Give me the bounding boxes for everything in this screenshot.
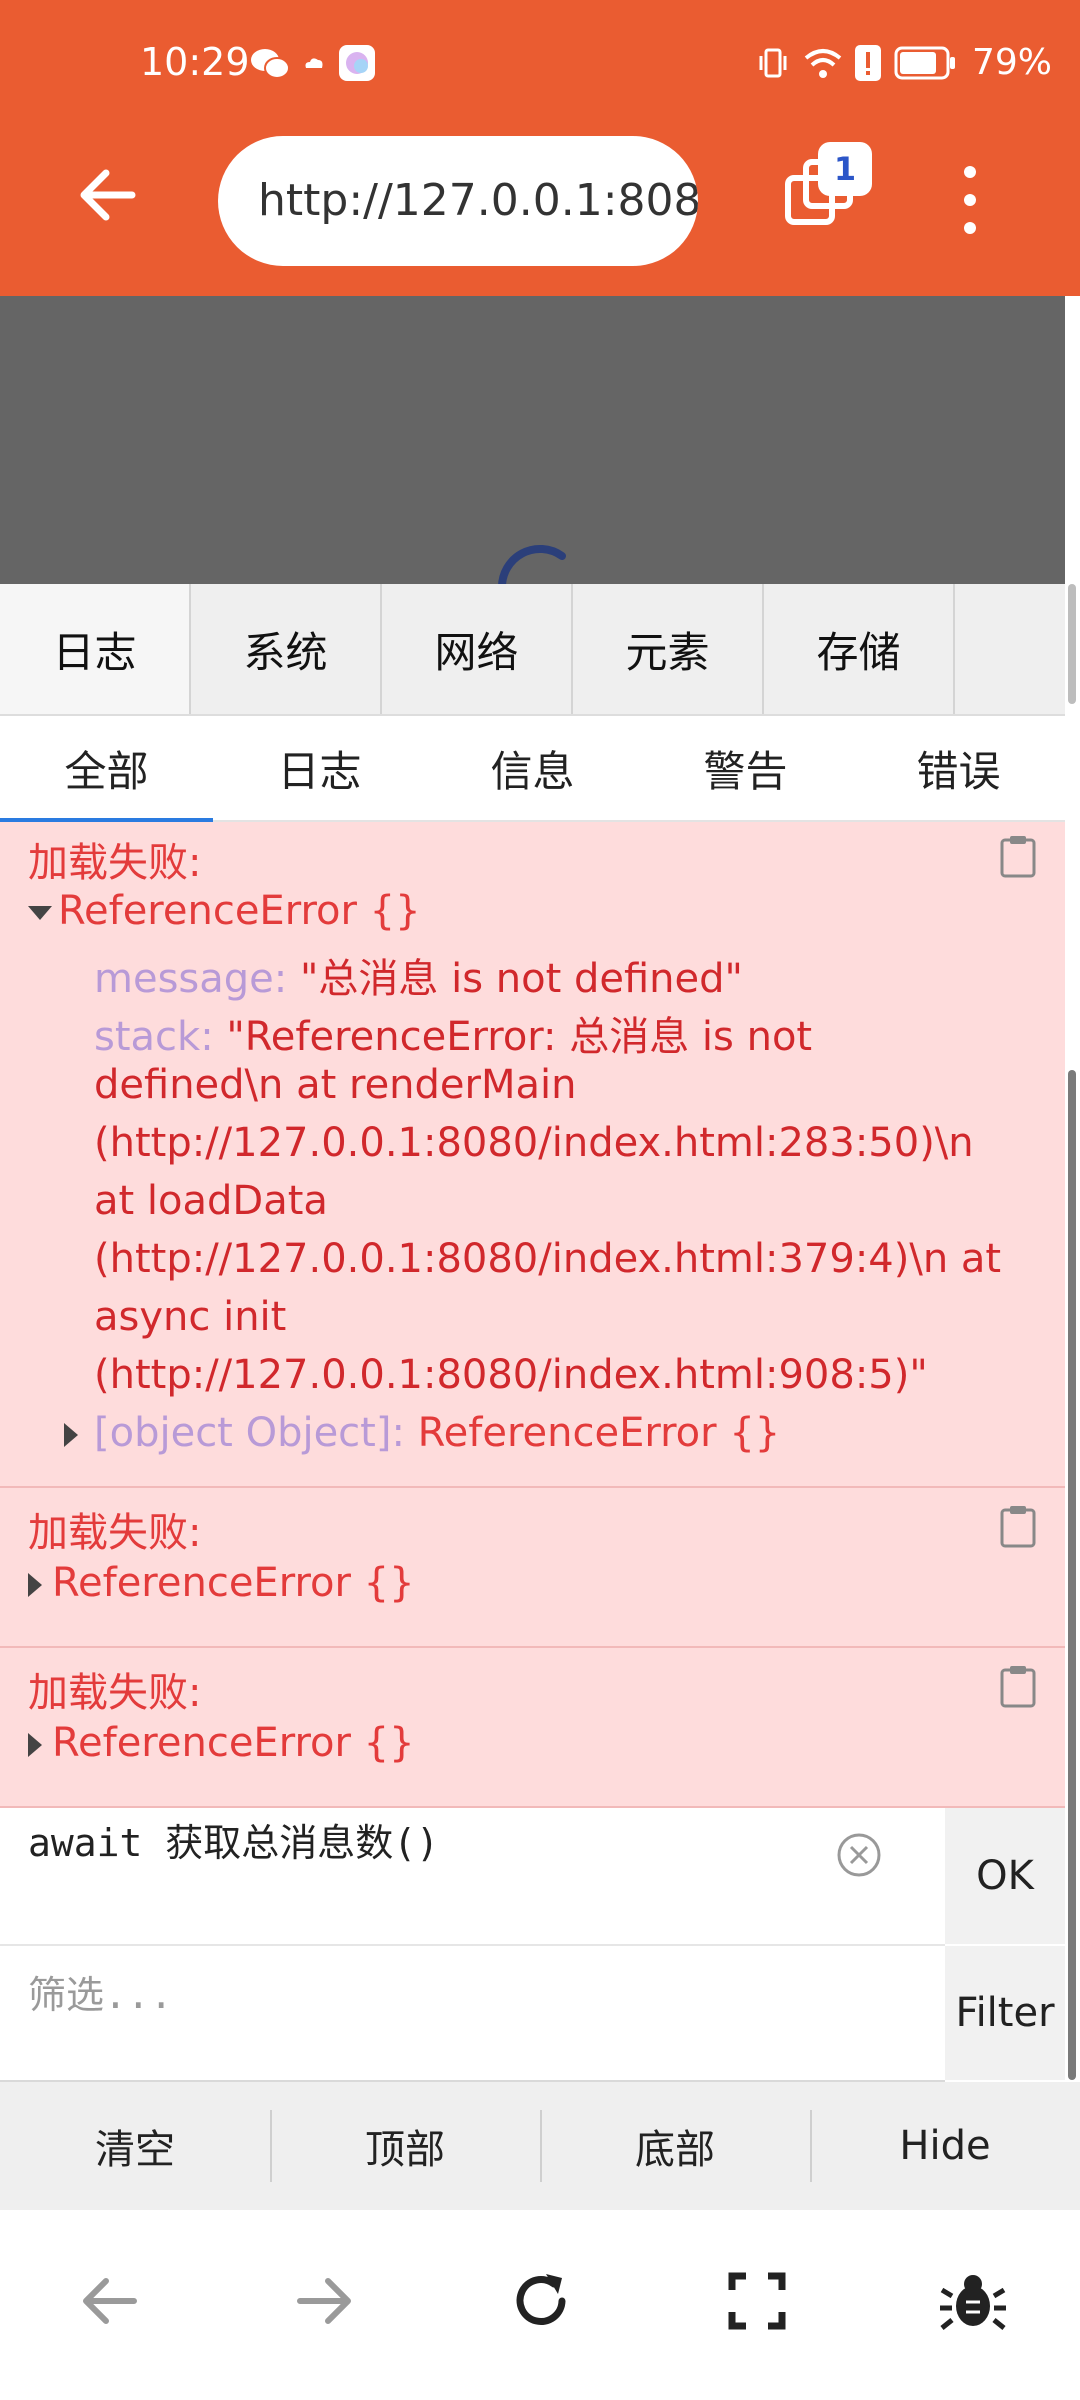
error-object-toggle[interactable]: ReferenceError {}	[28, 1560, 415, 1606]
filter-placeholder[interactable]: 筛选...	[28, 1964, 173, 2019]
reload-icon[interactable]	[506, 2266, 576, 2336]
app-notification-icon	[339, 45, 375, 81]
log-entry: 加载失败: ReferenceError {}	[0, 1648, 1065, 1808]
devtools-main-tabs: 日志 系统 网络 元素 存储	[0, 584, 1065, 716]
filter-button[interactable]: Filter	[945, 1946, 1065, 2080]
clock: 10:29	[140, 40, 250, 84]
tab-count-badge: 1	[818, 142, 872, 196]
stack-line: defined\n at renderMain	[94, 1062, 577, 1108]
expand-triangle-icon	[28, 906, 52, 920]
copy-icon[interactable]	[999, 1504, 1037, 1548]
vibrate-icon	[759, 48, 787, 78]
status-bar: 10:29 79%	[0, 0, 1080, 130]
alert-icon	[855, 45, 881, 81]
wechat-icon	[251, 49, 290, 79]
collapse-triangle-icon	[64, 1423, 78, 1447]
tab-log[interactable]: 日志	[213, 716, 426, 820]
log-title: 加载失败:	[28, 1670, 202, 1716]
clear-input-icon[interactable]	[836, 1832, 882, 1878]
tabs-scrollbar[interactable]	[1068, 584, 1076, 704]
address-bar[interactable]: http://127.0.0.1:8080	[218, 136, 698, 266]
nav-forward-icon[interactable]	[290, 2266, 360, 2336]
error-object-toggle[interactable]: ReferenceError {}	[28, 1720, 415, 1766]
back-arrow-icon[interactable]	[72, 160, 142, 230]
stack-line: at loadData	[94, 1178, 328, 1224]
wifi-icon	[804, 49, 842, 78]
clear-button[interactable]: 清空	[0, 2082, 270, 2210]
prototype-property-toggle[interactable]: [object Object]: ReferenceError {}	[64, 1410, 780, 1456]
tab-console[interactable]: 日志	[0, 584, 191, 714]
tab-all[interactable]: 全部	[0, 716, 213, 822]
collapse-triangle-icon	[28, 1733, 42, 1757]
tab-warn[interactable]: 警告	[639, 716, 852, 820]
overflow-menu-icon[interactable]	[955, 160, 985, 240]
collapse-triangle-icon	[28, 1573, 42, 1597]
command-text[interactable]: await 获取总消息数()	[28, 1812, 439, 1867]
tab-storage[interactable]: 存储	[764, 584, 955, 714]
copy-icon[interactable]	[999, 1664, 1037, 1708]
log-entry: 加载失败: ReferenceError {} message: "总消息 is…	[0, 822, 1065, 1488]
cloud-icon	[305, 58, 323, 68]
debug-bug-icon[interactable]	[938, 2266, 1008, 2336]
log-level-tabs: 全部 日志 信息 警告 错误	[0, 716, 1065, 822]
fullscreen-icon[interactable]	[722, 2266, 792, 2336]
battery-icon	[894, 46, 955, 80]
tab-system[interactable]: 系统	[191, 584, 382, 714]
scroll-bottom-button[interactable]: 底部	[540, 2082, 810, 2210]
log-title: 加载失败:	[28, 840, 202, 886]
stack-line: (http://127.0.0.1:8080/index.html:908:5)…	[94, 1352, 928, 1398]
log-entry: 加载失败: ReferenceError {}	[0, 1488, 1065, 1648]
tab-network[interactable]: 网络	[382, 584, 573, 714]
console-log-list: 加载失败: ReferenceError {} message: "总消息 is…	[0, 822, 1065, 1808]
tab-error[interactable]: 错误	[852, 716, 1065, 820]
run-command-button[interactable]: OK	[945, 1808, 1065, 1944]
battery-percent: 79%	[971, 42, 1052, 83]
message-property: message: "总消息 is not defined"	[94, 956, 743, 1002]
error-object-toggle[interactable]: ReferenceError {}	[28, 888, 421, 934]
tab-info[interactable]: 信息	[426, 716, 639, 820]
stack-line: async init	[94, 1294, 287, 1340]
scroll-top-button[interactable]: 顶部	[270, 2082, 540, 2210]
log-scrollbar[interactable]	[1068, 1070, 1076, 2080]
log-title: 加载失败:	[28, 1510, 202, 1556]
hide-button[interactable]: Hide	[810, 2082, 1080, 2210]
tab-elements[interactable]: 元素	[573, 584, 764, 714]
nav-back-icon[interactable]	[74, 2266, 144, 2336]
devtools-toolbar: 清空 顶部 底部 Hide	[0, 2082, 1080, 2210]
stack-line: (http://127.0.0.1:8080/index.html:283:50…	[94, 1120, 974, 1166]
copy-icon[interactable]	[999, 834, 1037, 878]
stack-line: (http://127.0.0.1:8080/index.html:379:4)…	[94, 1236, 1002, 1282]
stack-property: stack: "ReferenceError: 总消息 is not	[94, 1014, 813, 1060]
